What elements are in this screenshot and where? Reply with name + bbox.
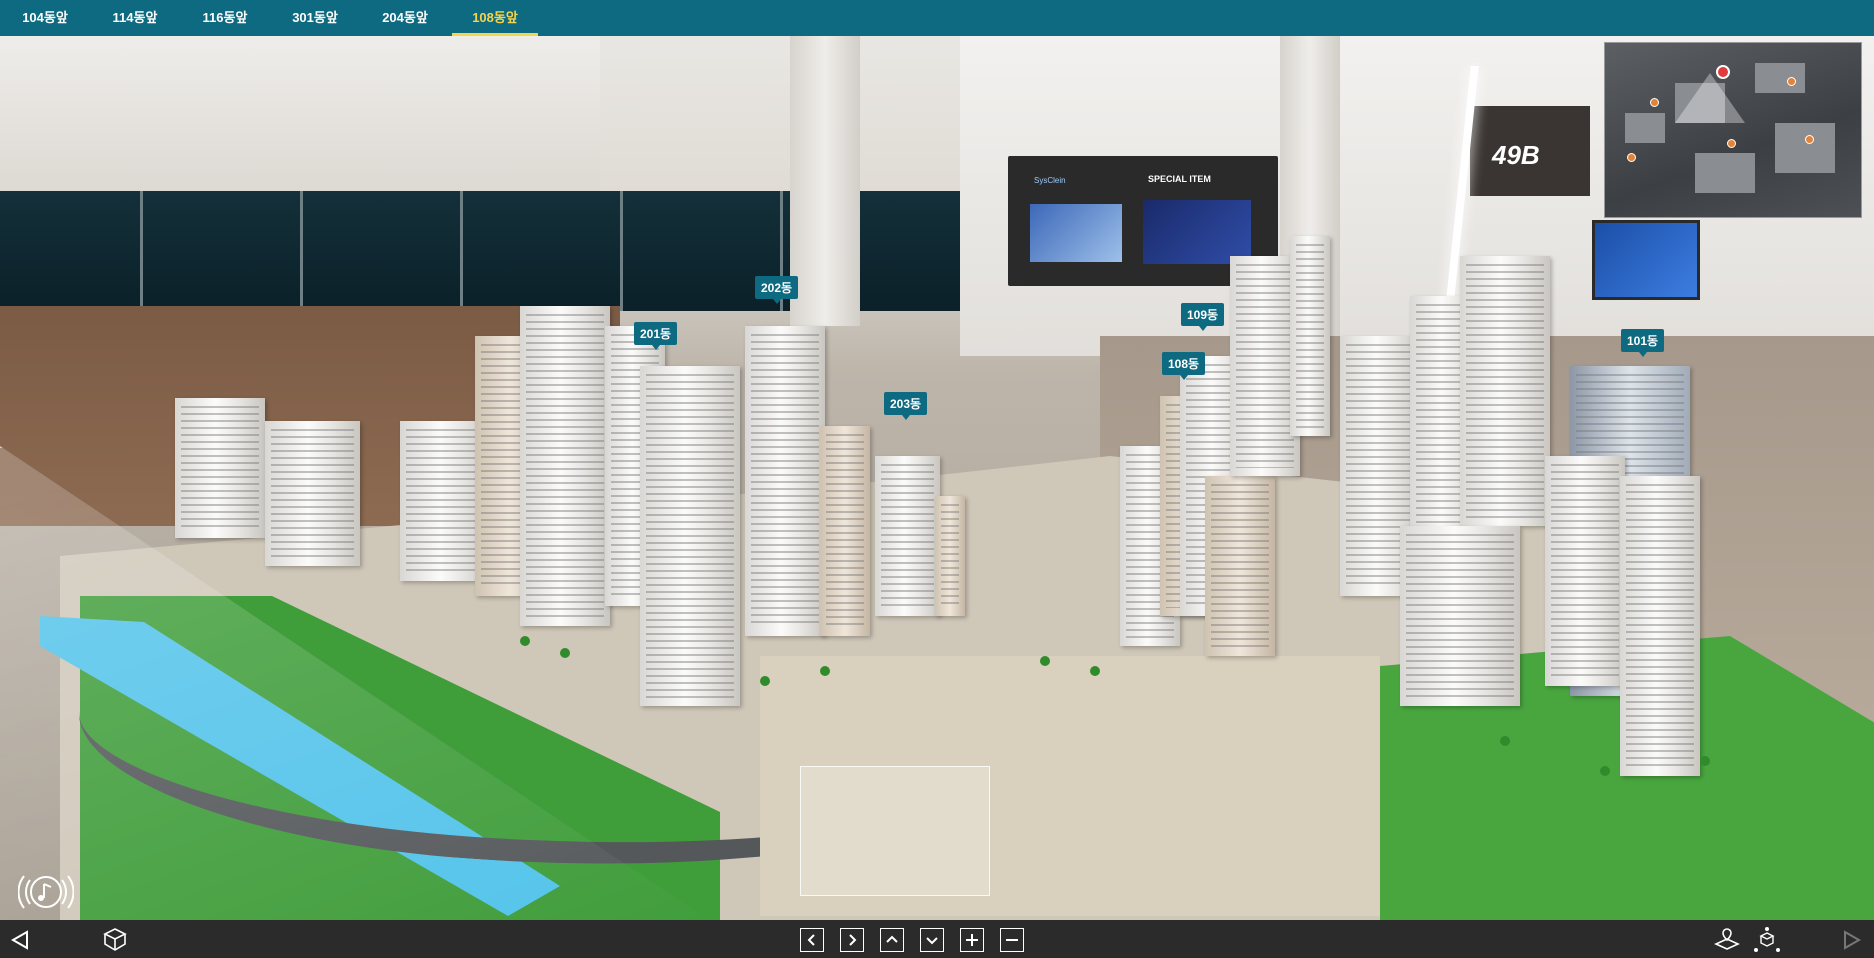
bottom-toolbar (0, 920, 1874, 958)
tab-bar: 104동앞 114동앞 116동앞 301동앞 204동앞 108동앞 (0, 0, 1874, 36)
info-panel (1592, 220, 1700, 300)
chevron-down-icon[interactable] (920, 928, 944, 952)
panorama-view[interactable]: SysClein SPECIAL ITEM 49B 202동 201동 203동… (0, 36, 1874, 920)
minus-icon[interactable] (1000, 928, 1024, 952)
network-cube-icon[interactable] (1753, 926, 1781, 954)
building (820, 426, 870, 636)
tab-204[interactable]: 204동앞 (360, 0, 450, 36)
triangle-right-icon[interactable] (1838, 926, 1866, 954)
building (1400, 526, 1520, 706)
building (745, 326, 825, 636)
hotspot-dot[interactable] (1627, 153, 1636, 162)
building-label-203[interactable]: 203동 (884, 392, 928, 420)
minimap[interactable] (1604, 42, 1862, 218)
tab-116[interactable]: 116동앞 (180, 0, 270, 36)
building (1460, 256, 1550, 526)
building-label-201[interactable]: 201동 (634, 322, 678, 350)
building (935, 496, 965, 616)
building (1290, 236, 1330, 436)
plus-icon[interactable] (960, 928, 984, 952)
glass-case (800, 766, 990, 896)
map-pin-icon[interactable] (1713, 926, 1741, 954)
tab-301[interactable]: 301동앞 (270, 0, 360, 36)
building (1620, 476, 1700, 776)
building-label-202[interactable]: 202동 (755, 276, 799, 304)
view-cone (1675, 73, 1745, 123)
tv-title: SPECIAL ITEM (1148, 174, 1211, 184)
building-label-108[interactable]: 108동 (1162, 352, 1206, 380)
building-label-109[interactable]: 109동 (1181, 303, 1225, 331)
tab-104[interactable]: 104동앞 (0, 0, 90, 36)
hotspot-dot[interactable] (1650, 98, 1659, 107)
building (520, 306, 610, 626)
tab-108[interactable]: 108동앞 (450, 0, 540, 36)
building (875, 456, 940, 616)
unit-sign-text: 49B (1492, 140, 1540, 170)
building-label-101[interactable]: 101동 (1621, 329, 1665, 357)
unit-sign: 49B (1470, 106, 1590, 196)
hotspot-dot[interactable] (1787, 77, 1796, 86)
tab-114[interactable]: 114동앞 (90, 0, 180, 36)
hotspot-dot[interactable] (1805, 135, 1814, 144)
pillar (790, 36, 860, 326)
tv-brand: SysClein (1034, 176, 1066, 185)
triangle-left-icon[interactable] (6, 926, 34, 954)
building (1545, 456, 1625, 686)
building (640, 366, 740, 706)
building (175, 398, 265, 538)
music-note-icon[interactable] (17, 870, 75, 914)
lounge-wall (0, 36, 600, 196)
building (265, 421, 360, 566)
chevron-left-icon[interactable] (800, 928, 824, 952)
building (1205, 476, 1275, 656)
current-position-marker (1716, 65, 1730, 79)
cube-model-icon[interactable] (101, 926, 129, 954)
hotspot-dot[interactable] (1727, 139, 1736, 148)
chevron-right-icon[interactable] (840, 928, 864, 952)
chevron-up-icon[interactable] (880, 928, 904, 952)
